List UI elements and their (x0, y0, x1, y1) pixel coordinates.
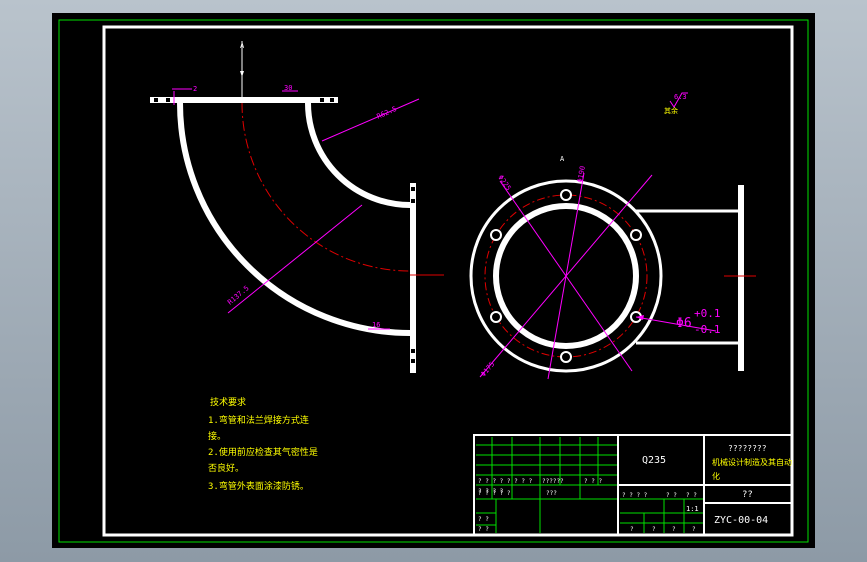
tech-title: 技术要求 (210, 396, 246, 408)
cell: ? ? ? (584, 478, 602, 485)
cad-viewport: A 2 30 R62.5 R137.5 16 A Φ225 Φ190 Φ175 … (52, 13, 815, 548)
dim-gap: 2 (193, 85, 197, 93)
dim-tol-minus: -0.1 (694, 323, 721, 336)
title-block: Q235 ???????? 机械设计制造及其自动 化 ?? ZYC-00-04 … (473, 434, 793, 536)
elbow-view: A 2 30 R62.5 R137.5 16 (150, 41, 444, 373)
tech-line: 否良好。 (208, 462, 244, 474)
dim-radius-inner: R62.5 (376, 105, 399, 121)
bolt-hole (490, 311, 502, 323)
view-mark-section: A (560, 155, 565, 163)
material-label: Q235 (642, 455, 666, 466)
center-line (241, 102, 411, 272)
cell: ? ? ? ? (622, 492, 648, 499)
cell: ? ? ? ? (478, 488, 504, 495)
cell: ?????? (542, 478, 564, 485)
tech-line: 1.弯管和法兰焊接方式连 (208, 414, 309, 426)
cad-drawing: A 2 30 R62.5 R137.5 16 A Φ225 Φ190 Φ175 … (58, 19, 809, 543)
dim-dia-190: Φ190 (576, 165, 587, 183)
side-flange (738, 185, 744, 371)
inner-wall (305, 102, 411, 208)
tech-line: 3.弯管外表面涂漆防锈。 (208, 480, 309, 492)
roughness-label: 其余 (664, 106, 678, 115)
dim-dia-225: Φ225 (496, 174, 512, 192)
tech-line: 接。 (208, 430, 226, 442)
cell: ? ? (686, 492, 697, 499)
dim-flange: 30 (284, 84, 292, 92)
tech-line: 2.使用前应检查其气密性是 (208, 446, 318, 458)
view-mark-top: A (240, 42, 245, 50)
drawing-number: ZYC-00-04 (714, 515, 768, 526)
side-view: A Φ225 Φ190 Φ175 Φ6 +0.1 -0.1 (469, 155, 756, 380)
top-flange (150, 97, 338, 103)
outer-wall (177, 102, 411, 336)
roughness-symbol: 6.3 其余 (664, 92, 688, 115)
drawing-border (102, 25, 794, 537)
bolt-hole (560, 351, 572, 363)
dim-hole: Φ6 (676, 316, 692, 331)
tech-requirements: 技术要求 1.弯管和法兰焊接方式连 接。 2.使用前应检查其气密性是 否良好。 … (208, 396, 318, 492)
company-line-1: ???????? (728, 444, 767, 453)
bolt-hole (630, 229, 642, 241)
cell: ? ? ? ? ? ? ? ? (478, 478, 533, 485)
cell: ? (652, 526, 656, 533)
cell: ??? (546, 490, 557, 497)
bolt-hole (490, 229, 502, 241)
cell: ? (630, 526, 634, 533)
company-line-3: 化 (712, 471, 720, 481)
part-name: ?? (742, 490, 753, 500)
scale-value: 1:1 (686, 505, 699, 513)
cell: ? (672, 526, 676, 533)
cell: ? ? (478, 526, 489, 533)
cell: ? (692, 526, 696, 533)
cell: ? ? (478, 516, 489, 523)
bolt-hole (560, 189, 572, 201)
roughness-value: 6.3 (674, 93, 687, 101)
dim-radius-outer: R137.5 (226, 284, 251, 306)
dim-wall: 16 (372, 321, 380, 329)
cell: ? ? (666, 492, 677, 499)
dim-dia-175: Φ175 (479, 360, 496, 378)
right-flange (410, 183, 416, 373)
company-line-2: 机械设计制造及其自动 (712, 457, 792, 467)
dim-tol-plus: +0.1 (694, 307, 721, 320)
